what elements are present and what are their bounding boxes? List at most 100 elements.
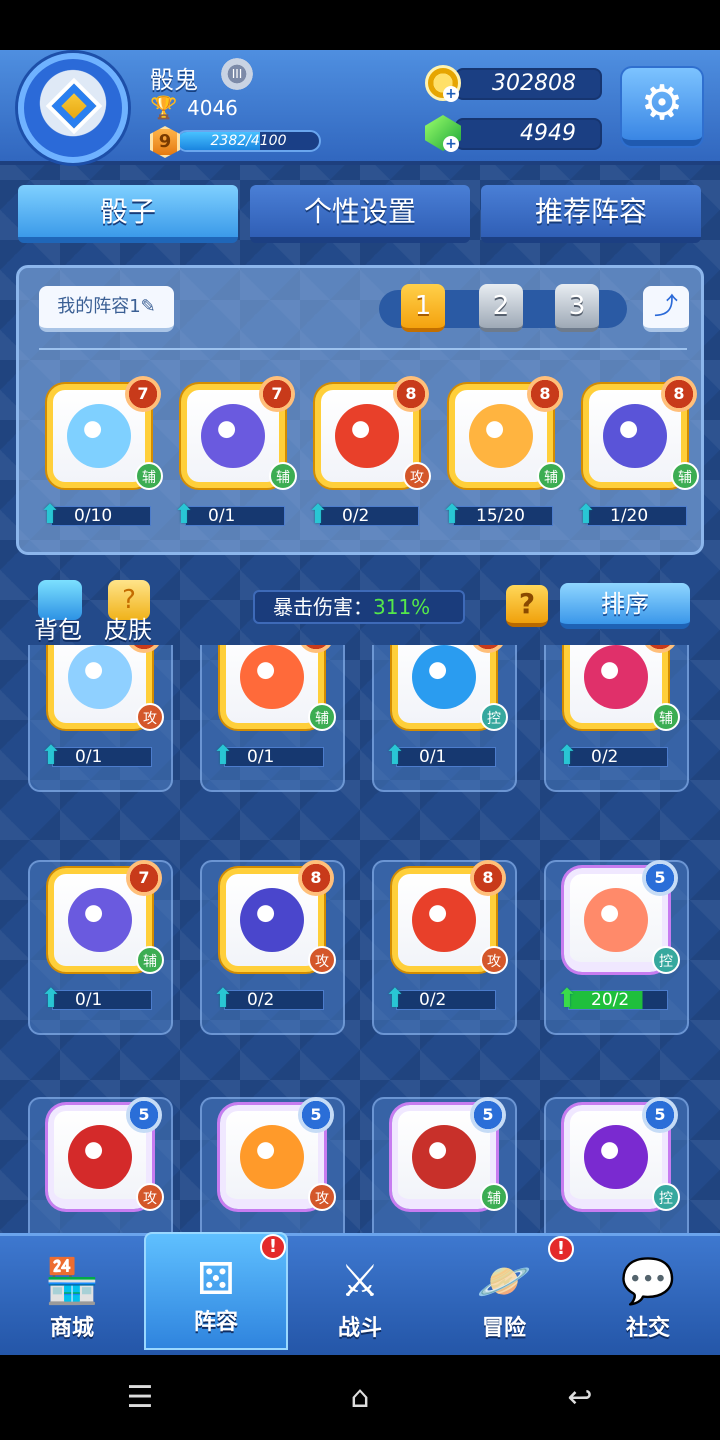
dice-icon: ⚄ (196, 1254, 236, 1305)
collection-tile[interactable]: 7 控 0/1⬆ (372, 645, 517, 792)
magic-hat-icon (603, 404, 667, 468)
collection-tile[interactable]: 5 控 (544, 1097, 689, 1233)
deck-name-button[interactable]: 我的阵容1✎ (39, 286, 174, 332)
tab-dice[interactable]: 骰子 (18, 185, 238, 243)
collection-card[interactable]: 5 辅 (386, 1097, 508, 1233)
collection-tile[interactable]: 7 辅 0/1⬆ (200, 645, 345, 792)
collection-card[interactable]: 5 攻 (42, 1097, 164, 1233)
collection-card[interactable]: 8 攻 0/2 ⬆ (384, 860, 508, 1022)
add-coins-icon[interactable]: + (443, 86, 459, 102)
rank-badge-icon[interactable]: III (218, 56, 256, 92)
collection-card-level-badge: 5 (642, 1097, 678, 1133)
skin-label[interactable]: 皮肤 (104, 610, 152, 645)
deck-card[interactable]: 8 辅 15/20 ⬆ (441, 376, 565, 538)
collection-card-level-badge: 7 (126, 860, 162, 896)
collection-card[interactable]: 7 辅 0/1⬆ (212, 645, 336, 779)
deck-card[interactable]: 8 攻 0/2 ⬆ (307, 376, 431, 538)
nav-battle[interactable]: ⚔ 战斗 (288, 1236, 432, 1354)
crit-damage-box: 暴击伤害：311% (253, 590, 465, 624)
collection-card-level-badge: 5 (298, 1097, 334, 1133)
collection-card-level-badge: 5 (642, 860, 678, 896)
upgrade-arrow-icon: ⬆ (441, 500, 463, 530)
deck-card-level-badge: 7 (259, 376, 295, 412)
masks-icon (67, 404, 131, 468)
light-icon (68, 645, 132, 709)
edit-icon: ✎ (140, 296, 156, 317)
collection-card-role-badge: 辅 (136, 946, 164, 974)
collection-tile[interactable]: 5 控 20/2 ⬆ (544, 860, 689, 1035)
deck-card[interactable]: 8 辅 1/20 ⬆ (575, 376, 699, 538)
swords-icon: ⚔ (340, 1256, 380, 1307)
home-icon[interactable]: ⌂ (335, 1380, 385, 1416)
mimic-icon (68, 888, 132, 952)
share-icon: ⤴ (654, 292, 678, 320)
upgrade-arrow-icon: ⬆ (173, 500, 195, 530)
collection-card[interactable]: 5 控 20/2 ⬆ (556, 860, 680, 1022)
backpack-label[interactable]: 背包 (34, 610, 82, 645)
nav-deck[interactable]: ⚄ 阵容 ! (144, 1232, 288, 1350)
deck-card[interactable]: 7 辅 0/10 ⬆ (39, 376, 163, 538)
deck-card[interactable]: 7 辅 0/1 ⬆ (173, 376, 297, 538)
xp-text: 2382/4100 (210, 133, 287, 149)
nav-social[interactable]: 💬 社交 (576, 1236, 720, 1354)
tab-recommended[interactable]: 推荐阵容 (481, 185, 701, 243)
fire-claw-icon (335, 404, 399, 468)
collection-tile[interactable]: 7 辅 0/1⬆ (28, 860, 173, 1035)
add-gems-icon[interactable]: + (443, 136, 459, 152)
upgrade-arrow-icon: ⬆ (307, 500, 329, 530)
collection-card-role-badge: 辅 (308, 703, 336, 731)
collection-tile[interactable]: 5 攻 (28, 1097, 173, 1233)
deck-divider (39, 348, 687, 350)
mimic-icon (201, 404, 265, 468)
system-nav-bar: ☰ ⌂ ↩ (0, 1355, 720, 1440)
deck-card-level-badge: 8 (527, 376, 563, 412)
deck-card-role-badge: 攻 (403, 462, 431, 490)
upgrade-arrow-icon: ⬆ (575, 500, 597, 530)
collection-card[interactable]: 8 辅 0/2⬆ (556, 645, 680, 779)
collection-card[interactable]: 5 攻 (214, 1097, 336, 1233)
share-button[interactable]: ⤴ (643, 286, 689, 332)
upgrade-arrow-icon: ⬆ (212, 984, 234, 1014)
cake-icon (584, 888, 648, 952)
collection-card[interactable]: 7 控 0/1⬆ (384, 645, 508, 779)
deck-card-level-badge: 8 (393, 376, 429, 412)
bomb-ghost-icon (240, 888, 304, 952)
collection-tile[interactable]: 7 攻 0/1⬆ (28, 645, 173, 792)
tab-personalize[interactable]: 个性设置 (250, 185, 470, 243)
collection-card-role-badge: 攻 (308, 1183, 336, 1211)
upgrade-arrow-icon: ⬆ (556, 984, 578, 1014)
collection-card[interactable]: 5 控 (558, 1097, 680, 1233)
deck-number-2[interactable]: 2 (479, 284, 523, 332)
nav-battle-label: 战斗 (337, 1316, 382, 1341)
collection-tile[interactable]: 5 辅 (372, 1097, 517, 1233)
deck-number-3[interactable]: 3 (555, 284, 599, 332)
collection-card[interactable]: 8 攻 0/2 ⬆ (212, 860, 336, 1022)
collection-tile[interactable]: 8 攻 0/2 ⬆ (372, 860, 517, 1035)
dynamite-icon (68, 1125, 132, 1189)
menu-icon[interactable]: ☰ (115, 1380, 165, 1416)
collection-tile[interactable]: 8 攻 0/2 ⬆ (200, 860, 345, 1035)
collection-tile[interactable]: 5 攻 (200, 1097, 345, 1233)
help-button[interactable]: ? (506, 585, 548, 627)
back-icon[interactable]: ↩ (555, 1380, 605, 1416)
upgrade-arrow-icon: ⬆ (384, 984, 406, 1014)
collection-tile[interactable]: 8 辅 0/2⬆ (544, 645, 689, 792)
collection-card-role-badge: 攻 (308, 946, 336, 974)
collection-card-level-badge: 5 (470, 1097, 506, 1133)
deck-number-1[interactable]: 1 (401, 284, 445, 332)
settings-button[interactable]: ⚙ (622, 68, 702, 146)
sort-button[interactable]: 排序 (560, 583, 690, 629)
game-screen: 骰鬼 III 🏆 4046 2382/4100 9 302808 + 4949 … (0, 0, 720, 1440)
collection-card[interactable]: 7 辅 0/1⬆ (40, 860, 164, 1022)
player-avatar[interactable] (18, 53, 128, 163)
nav-shop[interactable]: 🏪 商城 (0, 1236, 144, 1354)
deck-card-role-badge: 辅 (537, 462, 565, 490)
collection-card-level-badge: 8 (470, 860, 506, 896)
nav-adventure[interactable]: 🪐 冒险 ! (432, 1236, 576, 1354)
collection-card-role-badge: 攻 (136, 1183, 164, 1211)
collection-card[interactable]: 7 攻 0/1⬆ (40, 645, 164, 779)
upgrade-arrow-icon: ⬆ (39, 500, 61, 530)
shop-icon: 🏪 (44, 1256, 100, 1307)
nav-adventure-alert-icon: ! (548, 1236, 574, 1262)
deck-card-role-badge: 辅 (269, 462, 297, 490)
